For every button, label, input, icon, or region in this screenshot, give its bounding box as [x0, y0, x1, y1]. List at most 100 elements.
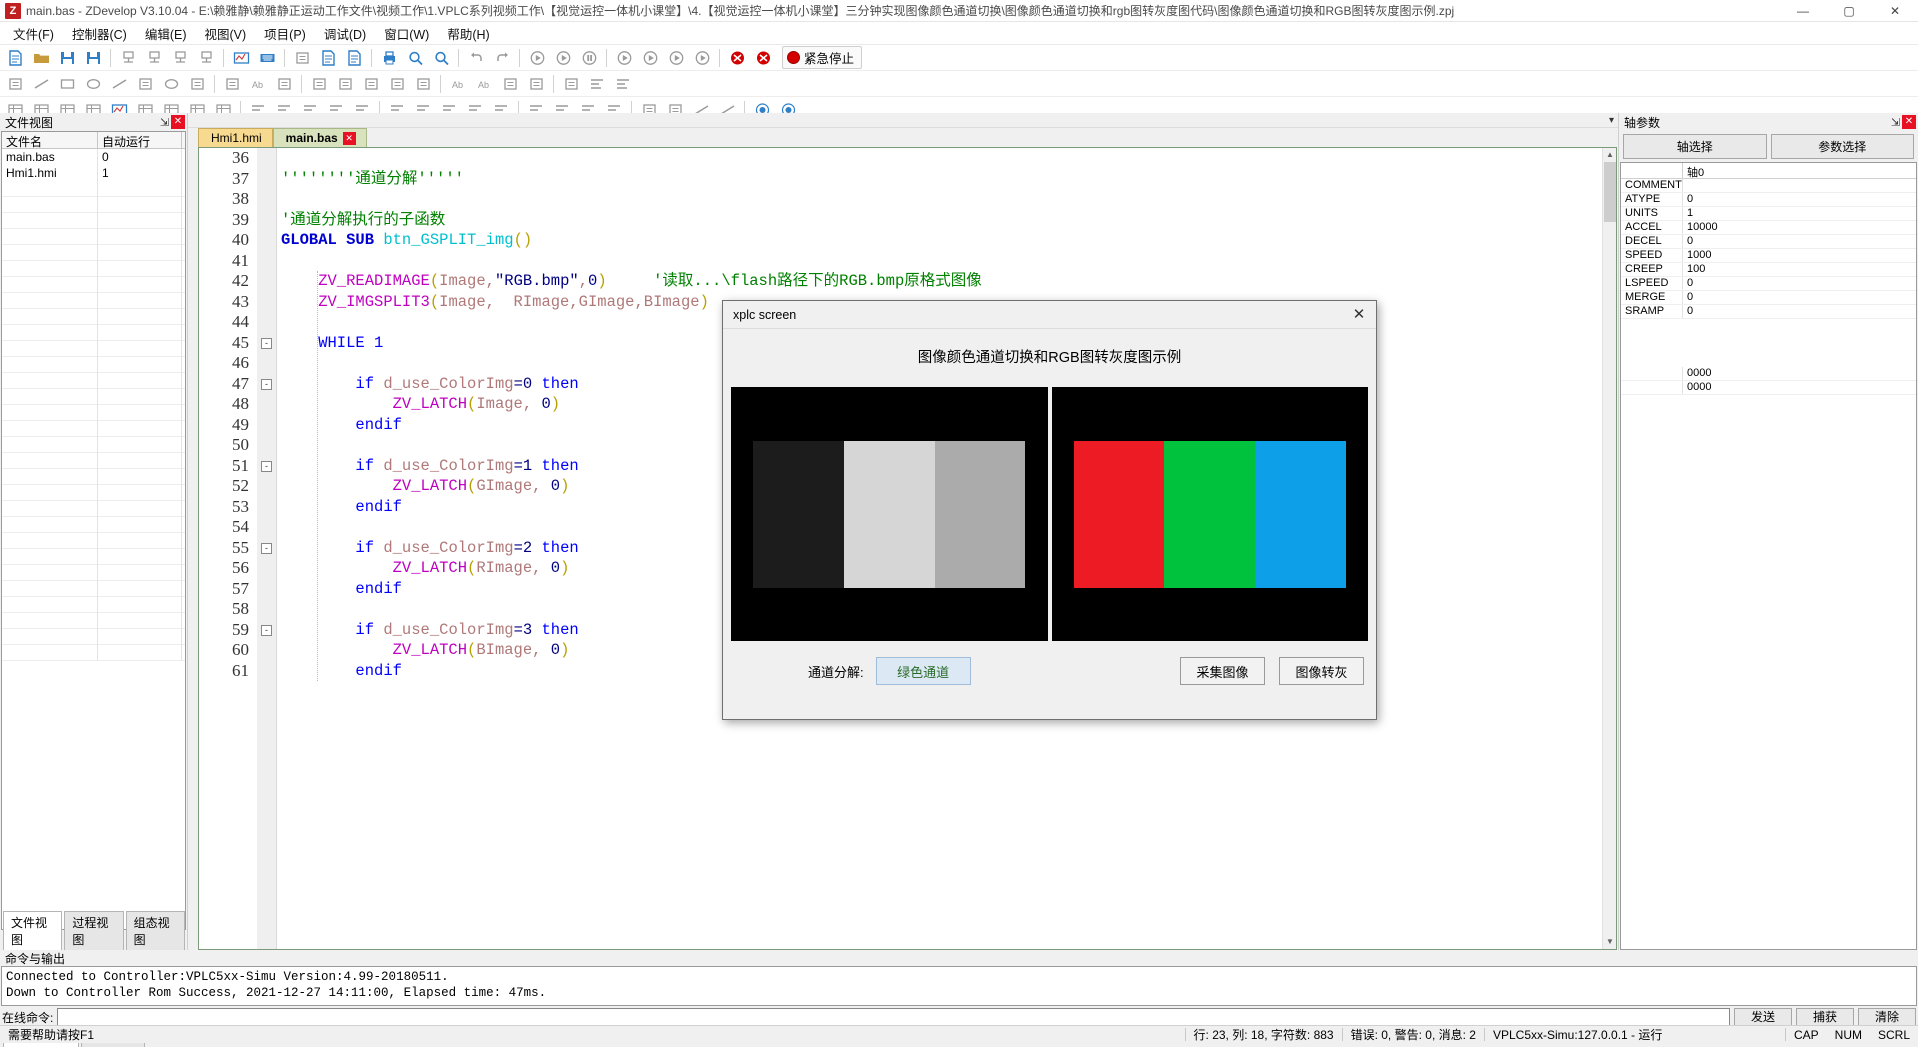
axis-param-row[interactable]: LSPEED0 — [1621, 277, 1916, 291]
arc-icon[interactable] — [185, 73, 209, 95]
run-icon[interactable] — [525, 47, 549, 69]
redo-icon[interactable] — [490, 47, 514, 69]
maximize-button[interactable]: ▢ — [1826, 0, 1872, 22]
axis-parameter-grid[interactable]: 轴0 COMMENTATYPE0UNITS1ACCEL10000DECEL0SP… — [1620, 162, 1917, 950]
pin-icon[interactable]: ⇲ — [158, 116, 171, 129]
fold-toggle[interactable]: - — [261, 625, 272, 636]
axis-param-row[interactable]: ACCEL10000 — [1621, 221, 1916, 235]
find-icon[interactable] — [403, 47, 427, 69]
editor-vertical-scrollbar[interactable]: ▲ ▼ — [1602, 148, 1616, 949]
menu-view[interactable]: 视图(V) — [196, 21, 256, 46]
emergency-stop-button[interactable]: 紧急停止 — [782, 46, 862, 69]
circle-icon[interactable] — [159, 73, 183, 95]
code-fold-column[interactable]: - - - - - — [257, 148, 277, 949]
fold-toggle[interactable]: - — [261, 461, 272, 472]
table-row[interactable]: main.bas 0 — [2, 149, 185, 165]
capture-button[interactable]: 捕获 — [1796, 1008, 1854, 1027]
download-ram-icon[interactable] — [168, 47, 192, 69]
check-syntax-icon[interactable] — [290, 47, 314, 69]
ellipse-icon[interactable] — [81, 73, 105, 95]
menu-controller[interactable]: 控制器(C) — [63, 21, 136, 46]
step-over-icon[interactable] — [638, 47, 662, 69]
oscilloscope-icon[interactable] — [229, 47, 253, 69]
progress-icon[interactable] — [411, 73, 435, 95]
paste-file-icon[interactable] — [342, 47, 366, 69]
line-icon[interactable] — [29, 73, 53, 95]
scroll-up-arrow[interactable]: ▲ — [1603, 148, 1617, 162]
axis-param-row[interactable]: MERGE0 — [1621, 291, 1916, 305]
run-to-end-icon[interactable] — [690, 47, 714, 69]
print-icon[interactable] — [377, 47, 401, 69]
minimize-button[interactable]: — — [1780, 0, 1826, 22]
axis-param-row[interactable]: COMMENT — [1621, 179, 1916, 193]
download-rom-icon[interactable] — [194, 47, 218, 69]
axis-param-row[interactable]: CREEP100 — [1621, 263, 1916, 277]
fold-toggle[interactable]: - — [261, 543, 272, 554]
tab-main-bas[interactable]: main.bas ✕ — [273, 128, 367, 147]
emergency-stop-icon[interactable] — [751, 47, 775, 69]
keyboard-input-icon[interactable] — [255, 47, 279, 69]
tab-config-view[interactable]: 组态视图 — [126, 911, 185, 950]
output-log[interactable]: Connected to Controller:VPLC5xx-Simu Ver… — [1, 966, 1917, 1006]
new-file-icon[interactable] — [3, 47, 27, 69]
axis-param-row[interactable]: SRAMP0 — [1621, 305, 1916, 319]
rect-icon[interactable] — [55, 73, 79, 95]
menu-project[interactable]: 项目(P) — [255, 21, 315, 46]
scroll-thumb[interactable] — [1604, 162, 1616, 222]
chevron-down-icon[interactable]: ▾ — [1609, 115, 1614, 126]
axis-param-row[interactable]: DECEL0 — [1621, 235, 1916, 249]
step-run-icon[interactable] — [551, 47, 575, 69]
tab-process-view[interactable]: 过程视图 — [64, 911, 123, 950]
connect-controller-icon[interactable] — [116, 47, 140, 69]
fold-toggle[interactable]: - — [261, 338, 272, 349]
menu-file[interactable]: 文件(F) — [4, 21, 63, 46]
send-button[interactable]: 发送 — [1734, 1008, 1792, 1027]
axis-param-row[interactable]: 0000 — [1621, 367, 1916, 381]
pin-icon[interactable]: ⇲ — [1889, 116, 1902, 129]
capture-image-button[interactable]: 采集图像 — [1180, 657, 1265, 685]
align-left-icon[interactable] — [585, 73, 609, 95]
slider-icon[interactable] — [385, 73, 409, 95]
stop-icon[interactable] — [725, 47, 749, 69]
menu-window[interactable]: 窗口(W) — [375, 21, 438, 46]
command-input[interactable] — [57, 1008, 1730, 1026]
lamp-icon[interactable] — [333, 73, 357, 95]
button-icon[interactable] — [220, 73, 244, 95]
polygon-icon[interactable] — [133, 73, 157, 95]
text-icon[interactable]: Ab — [246, 73, 270, 95]
convert-gray-button[interactable]: 图像转灰 — [1279, 657, 1364, 685]
number-icon[interactable]: Ab — [446, 73, 470, 95]
file-tree[interactable]: 文件名 自动运行 main.bas 0 Hmi1.hmi 1 — [1, 131, 186, 930]
link-icon[interactable] — [498, 73, 522, 95]
timer-icon[interactable] — [524, 73, 548, 95]
menu-debug[interactable]: 调试(D) — [315, 21, 375, 46]
fold-toggle[interactable]: - — [261, 379, 272, 390]
pencil-icon[interactable] — [3, 73, 27, 95]
close-icon[interactable]: ✕ — [1902, 115, 1916, 129]
axis-param-row[interactable]: ATYPE0 — [1621, 193, 1916, 207]
image-icon[interactable] — [307, 73, 331, 95]
scroll-down-arrow[interactable]: ▼ — [1603, 935, 1617, 949]
menu-help[interactable]: 帮助(H) — [438, 21, 498, 46]
save-all-icon[interactable] — [81, 47, 105, 69]
close-icon[interactable]: ✕ — [343, 132, 356, 145]
find-replace-icon[interactable] — [429, 47, 453, 69]
input-box-icon[interactable] — [272, 73, 296, 95]
close-icon[interactable]: ✕ — [171, 115, 185, 129]
tab-hmi1[interactable]: Hmi1.hmi — [198, 128, 273, 147]
undo-icon[interactable] — [464, 47, 488, 69]
align-center-icon[interactable] — [611, 73, 635, 95]
axis-param-row[interactable]: UNITS1 — [1621, 207, 1916, 221]
abc-text-icon[interactable]: Ab — [472, 73, 496, 95]
polyline-icon[interactable] — [107, 73, 131, 95]
axis-param-row[interactable]: 0000 — [1621, 381, 1916, 395]
group-icon[interactable] — [559, 73, 583, 95]
axis-select-button[interactable]: 轴选择 — [1623, 134, 1767, 159]
tab-file-view[interactable]: 文件视图 — [3, 911, 62, 950]
disconnect-controller-icon[interactable] — [142, 47, 166, 69]
menu-edit[interactable]: 编辑(E) — [136, 21, 196, 46]
step-out-icon[interactable] — [664, 47, 688, 69]
clear-button[interactable]: 清除 — [1858, 1008, 1916, 1027]
pause-icon[interactable] — [577, 47, 601, 69]
switch-icon[interactable] — [359, 73, 383, 95]
